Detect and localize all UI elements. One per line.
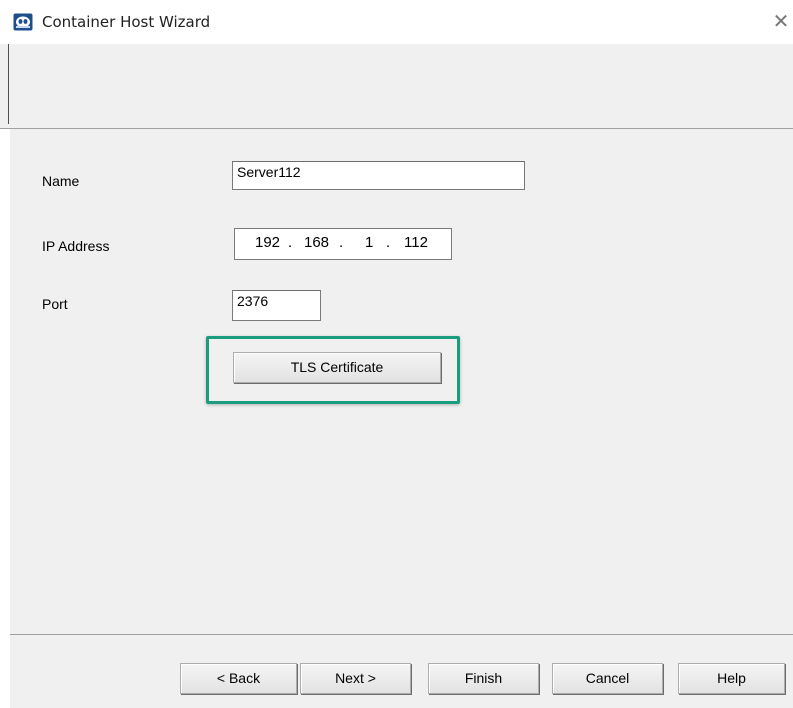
- ip-address-label: IP Address: [42, 238, 110, 254]
- next-button[interactable]: Next >: [300, 663, 411, 694]
- back-button-label: < Back: [216, 670, 261, 686]
- window-title: Container Host Wizard: [42, 13, 211, 31]
- help-button-label: Help: [717, 670, 746, 686]
- ip-octet-4[interactable]: 112: [404, 234, 428, 251]
- finish-button-label: Finish: [464, 670, 503, 686]
- ip-dot-3: .: [386, 234, 391, 251]
- port-label: Port: [42, 296, 68, 312]
- next-button-label: Next >: [335, 670, 376, 686]
- ip-dot-1: .: [288, 234, 293, 251]
- close-icon[interactable]: ✕: [771, 10, 791, 32]
- help-button[interactable]: Help: [678, 663, 785, 694]
- ip-octet-2[interactable]: 168: [304, 234, 329, 251]
- wizard-header: [0, 44, 793, 128]
- name-field[interactable]: Server112: [232, 161, 525, 190]
- name-label: Name: [42, 173, 80, 189]
- ip-address-field[interactable]: 192 . 168 . 1 . 112: [234, 228, 452, 260]
- port-field[interactable]: 2376: [232, 290, 321, 321]
- ip-dot-2: .: [339, 234, 344, 251]
- app-icon: [13, 13, 33, 31]
- ip-octet-3[interactable]: 1: [365, 234, 373, 251]
- window-left-edge: [0, 0, 10, 708]
- tls-certificate-button[interactable]: TLS Certificate: [233, 352, 441, 383]
- ip-octet-1[interactable]: 192: [255, 234, 280, 251]
- cancel-button-label: Cancel: [585, 670, 630, 686]
- back-button[interactable]: < Back: [180, 663, 297, 694]
- title-bar[interactable]: Container Host Wizard ✕: [0, 0, 793, 44]
- cancel-button[interactable]: Cancel: [552, 663, 663, 694]
- port-value: 2376: [237, 293, 269, 309]
- name-value: Server112: [237, 164, 301, 180]
- finish-button[interactable]: Finish: [428, 663, 539, 694]
- tls-certificate-label: TLS Certificate: [290, 359, 384, 375]
